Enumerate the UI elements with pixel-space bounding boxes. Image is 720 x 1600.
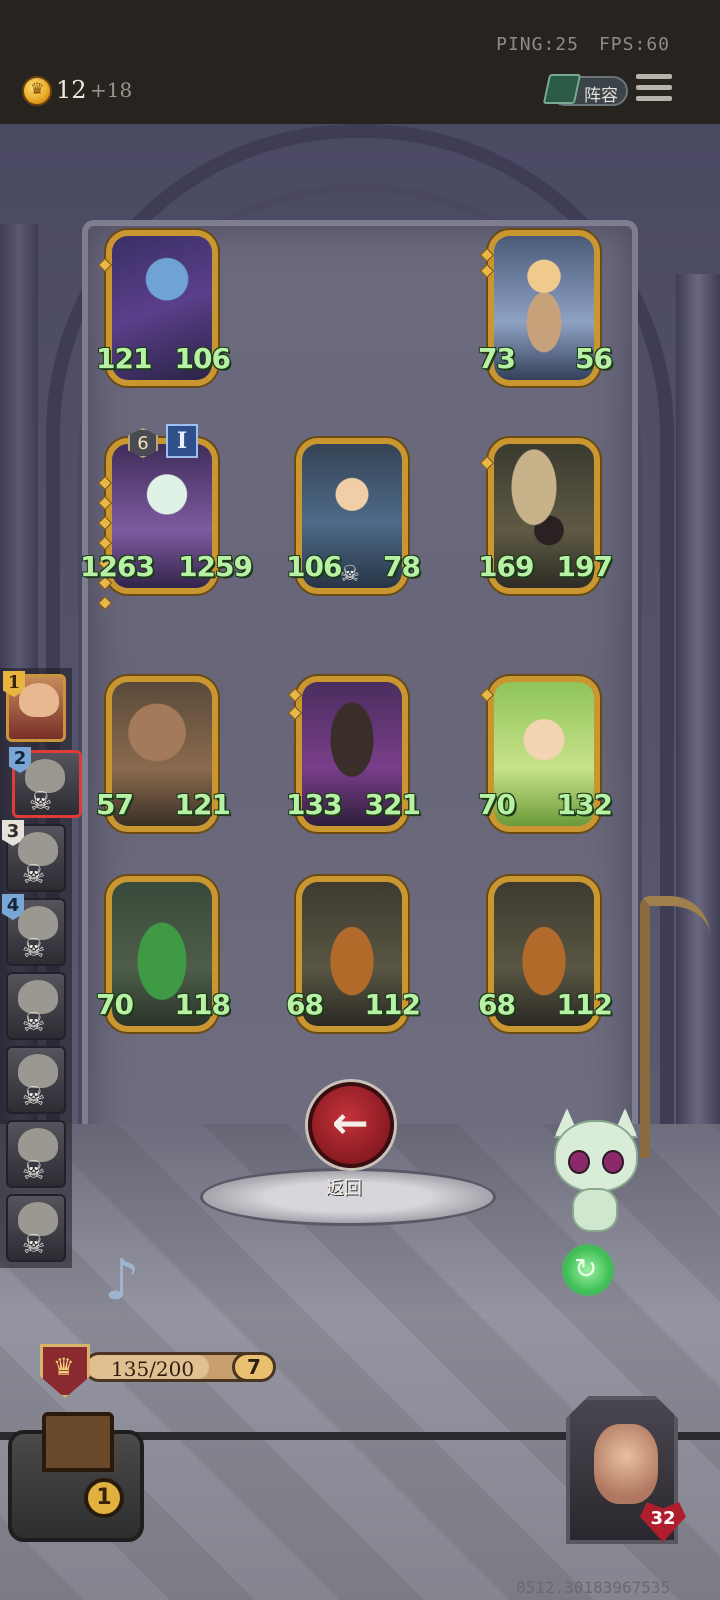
attack-stat: 68	[478, 988, 516, 1021]
back-label: 返回	[326, 1178, 362, 1199]
chest-count: 1	[84, 1478, 124, 1518]
ping-readout: PING:25	[496, 34, 579, 55]
hero-card-golem[interactable]: 133 321	[286, 676, 421, 836]
attack-stat: 169	[478, 550, 534, 583]
gold-amount: 12	[56, 76, 87, 104]
gold-coin-icon	[22, 76, 52, 106]
hero-card-girl[interactable]: 70 132	[478, 676, 613, 836]
roster-slot[interactable]: 3 ☠	[2, 820, 66, 892]
rank-badge: I	[166, 424, 198, 458]
skull-icon: ☠	[22, 1008, 46, 1038]
skull-icon: ☠	[22, 1230, 46, 1260]
network-stats: PING:25 FPS:60	[496, 34, 670, 55]
roster-slot[interactable]: ☠	[6, 972, 66, 1040]
roster-slot[interactable]: 1	[3, 671, 66, 742]
skull-icon: ☠	[22, 1082, 46, 1112]
emote-orb[interactable]: ↻	[562, 1244, 614, 1296]
xp-text: 135/200	[111, 1357, 195, 1381]
attack-stat: 106	[286, 550, 342, 583]
skull-icon: ☠	[340, 562, 360, 587]
back-button[interactable]: ←	[308, 1082, 394, 1168]
attack-stat: 133	[286, 788, 342, 821]
coordinate-readout: 0512.30183967535	[516, 1578, 671, 1597]
health-stat: 1259	[178, 550, 253, 583]
book-icon	[542, 74, 582, 104]
shop-chest-button[interactable]: 1	[8, 1412, 144, 1542]
hero-card-pumpkin[interactable]: 68 112	[478, 876, 613, 1036]
health-stat: 118	[174, 988, 231, 1021]
attack-stat: 70	[478, 788, 516, 821]
health-stat: 321	[364, 788, 421, 821]
player-hero-avatar	[594, 1424, 658, 1504]
skull-icon: ☠	[22, 1156, 46, 1186]
roster-slot[interactable]: 4 ☠	[2, 894, 66, 966]
top-bar: PING:25 FPS:60 12 +18 阵容	[0, 0, 720, 124]
level-badge: 7	[232, 1352, 276, 1382]
health-stat: 78	[383, 550, 421, 583]
player-roster: 1 2 ☠ 3 ☠ 4 ☠ ☠ ☠ ☠ ☠	[0, 668, 82, 1268]
fps-readout: FPS:60	[598, 34, 670, 55]
hero-card-kirin[interactable]: 1263 1259	[80, 438, 253, 611]
roster-slot[interactable]: ☠	[6, 1046, 66, 1114]
gold-income: +18	[90, 78, 133, 102]
health-stat: 56	[575, 342, 613, 375]
attack-stat: 121	[96, 342, 152, 375]
skull-icon: ☠	[29, 787, 53, 817]
chest-lid	[42, 1412, 114, 1472]
health-stat: 106	[174, 342, 231, 375]
hero-card-cactus[interactable]: 70 118	[96, 876, 231, 1036]
skull-icon: ☠	[22, 934, 46, 964]
music-note-icon: ♪	[104, 1248, 140, 1313]
health-stat: 132	[556, 788, 613, 821]
health-stat: 197	[556, 550, 613, 583]
attack-stat: 70	[96, 988, 134, 1021]
health-stat: 112	[364, 988, 421, 1021]
hero-card-spider[interactable]: 169 197	[478, 438, 613, 598]
roster-slot[interactable]: ☠	[6, 1120, 66, 1188]
arrow-left-icon: ←	[332, 1098, 369, 1149]
harp-decoration	[640, 896, 710, 1158]
attack-stat: 57	[96, 788, 134, 821]
roster-slot[interactable]: 2 ☠	[9, 747, 82, 818]
swirl-icon: ↻	[574, 1252, 598, 1285]
attack-stat: 73	[478, 342, 516, 375]
hero-card-treant[interactable]: 57 121	[96, 676, 231, 836]
attack-stat: 1263	[80, 550, 155, 583]
menu-icon[interactable]	[636, 74, 672, 108]
health-stat: 112	[556, 988, 613, 1021]
cat-pet[interactable]	[548, 1108, 644, 1232]
lineup-label: 阵容	[584, 86, 618, 106]
hero-card-pumpkin[interactable]: 68 112	[286, 876, 421, 1036]
lineup-button[interactable]: 阵容	[542, 74, 628, 106]
hero-card-king[interactable]: 73 56	[478, 230, 613, 390]
health-stat: 121	[174, 788, 231, 821]
attack-stat: 68	[286, 988, 324, 1021]
cat-eye	[568, 1150, 590, 1174]
roster-slot[interactable]: ☠	[6, 1194, 66, 1262]
hero-card-mage[interactable]: 121 106	[96, 230, 231, 390]
cat-eye	[602, 1150, 624, 1174]
skull-icon: ☠	[22, 860, 46, 890]
player-avatar	[19, 683, 59, 717]
